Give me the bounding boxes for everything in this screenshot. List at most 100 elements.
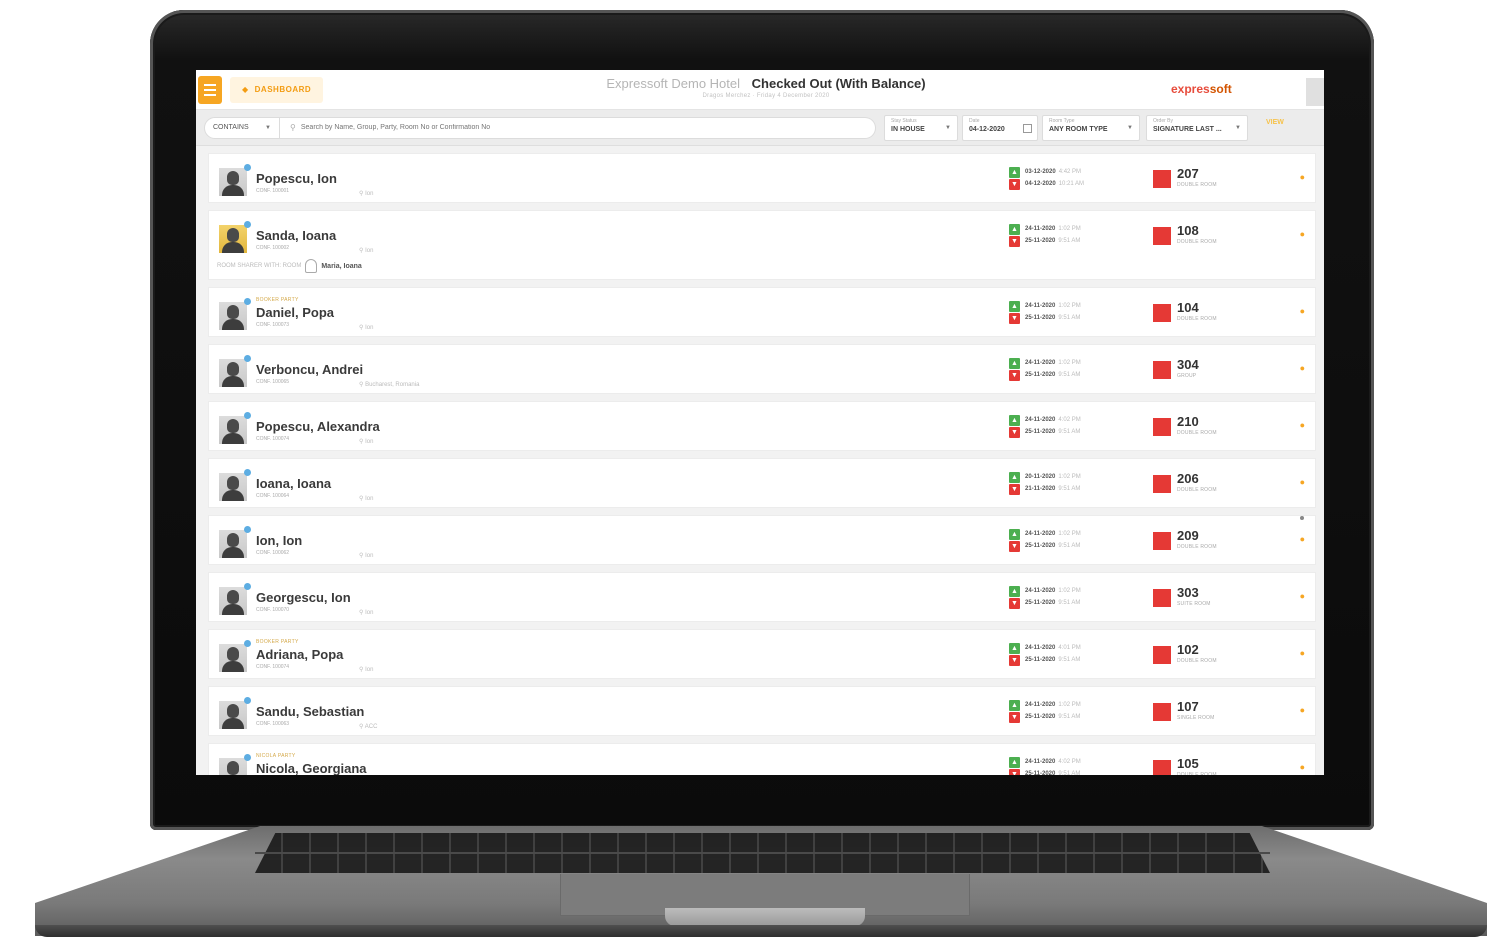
guest-avatar bbox=[219, 473, 247, 501]
checkout-time: 9:51 AM bbox=[1058, 429, 1081, 435]
chevron-right-icon[interactable]: ● bbox=[1300, 229, 1305, 239]
order-by-select[interactable]: Order By SIGNATURE LAST ... ▼ bbox=[1146, 115, 1248, 141]
checkin-time: 4:02 PM bbox=[1058, 759, 1081, 765]
guest-row[interactable]: BOOKER PARTY Daniel, Popa CONF. 100073 ⚲ Io… bbox=[208, 287, 1316, 337]
checkin-time: 4:01 PM bbox=[1058, 645, 1081, 651]
checkin-time: 1:02 PM bbox=[1058, 702, 1081, 708]
guest-name[interactable]: Nicola, Georgiana bbox=[256, 761, 367, 775]
checkin-date-value: 24-11-2020 bbox=[1025, 360, 1056, 366]
room-type-select[interactable]: Room Type ANY ROOM TYPE ▼ bbox=[1042, 115, 1140, 141]
arrow-down-icon: ▼ bbox=[1009, 654, 1020, 666]
checkin-line: ▲ 24-11-2020 4:02 PM bbox=[1009, 756, 1081, 768]
chevron-right-icon[interactable]: ● bbox=[1300, 172, 1305, 182]
side-panel-tab[interactable] bbox=[1306, 78, 1324, 106]
room-type: DOUBLE ROOM bbox=[1177, 544, 1217, 550]
chevron-down-icon: ▼ bbox=[945, 125, 951, 131]
guest-name[interactable]: Verboncu, Andrei bbox=[256, 362, 363, 377]
date-picker[interactable]: Date 04-12-2020 bbox=[962, 115, 1038, 141]
sharer-avatar-icon bbox=[305, 259, 318, 273]
room-number[interactable]: 304 bbox=[1177, 357, 1199, 372]
room-number[interactable]: 104 bbox=[1177, 300, 1199, 315]
guest-name[interactable]: Ioana, Ioana bbox=[256, 476, 331, 491]
guest-row[interactable]: Sandu, Sebastian CONF. 100063 ⚲ ACC ▲ 24-11-… bbox=[208, 686, 1316, 736]
search-box[interactable]: ⚲ bbox=[280, 116, 876, 139]
contains-select[interactable]: CONTAINS ▼ bbox=[204, 116, 280, 139]
guest-row[interactable]: Sanda, Ioana CONF. 100002 ⚲ Ion ROOM SHARER… bbox=[208, 210, 1316, 280]
view-button[interactable]: VIEW bbox=[1266, 119, 1284, 126]
checkin-date: 03-12-2020 4:42 PM bbox=[1025, 169, 1081, 175]
room-number[interactable]: 207 bbox=[1177, 166, 1199, 181]
guest-name[interactable]: Popescu, Ion bbox=[256, 171, 337, 186]
guest-name[interactable]: Adriana, Popa bbox=[256, 647, 343, 662]
room-number[interactable]: 107 bbox=[1177, 699, 1199, 714]
guest-row[interactable]: Ion, Ion CONF. 100062 ⚲ Ion ▲ 24-11-2020 1:02… bbox=[208, 515, 1316, 565]
status-dot-icon bbox=[244, 298, 251, 305]
room-status-badge bbox=[1153, 646, 1171, 664]
confirmation-number: CONF. 100064 bbox=[256, 493, 290, 499]
guest-name[interactable]: Popescu, Alexandra bbox=[256, 419, 380, 434]
room-number[interactable]: 303 bbox=[1177, 585, 1199, 600]
arrow-up-icon: ▲ bbox=[1009, 471, 1020, 483]
arrow-up-icon: ▲ bbox=[1009, 300, 1020, 312]
room-status-badge bbox=[1153, 227, 1171, 245]
hamburger-menu-button[interactable] bbox=[198, 75, 222, 104]
stay-dates: ▲ 24-11-2020 4:01 PM ▼ 25-11-2020 9:51 AM bbox=[1009, 642, 1081, 666]
chevron-right-icon[interactable]: ● bbox=[1300, 306, 1305, 316]
room-number[interactable]: 102 bbox=[1177, 642, 1199, 657]
search-input[interactable] bbox=[300, 124, 841, 131]
confirmation-number: CONF. 100002 bbox=[256, 245, 290, 251]
checkin-line: ▲ 24-11-2020 1:02 PM bbox=[1009, 699, 1081, 711]
checkout-line: ▼ 25-11-2020 9:51 AM bbox=[1009, 654, 1081, 666]
status-dot-icon bbox=[244, 164, 251, 171]
guest-note: ⚲ Bucharest, Romania bbox=[359, 381, 419, 388]
guest-row[interactable]: Verboncu, Andrei CONF. 100065 ⚲ Bucharest,… bbox=[208, 344, 1316, 394]
guest-avatar bbox=[219, 530, 247, 558]
party-tag: BOOKER PARTY bbox=[256, 639, 299, 645]
checkin-date: 24-11-2020 4:02 PM bbox=[1025, 417, 1081, 423]
chevron-right-icon[interactable]: ● bbox=[1300, 477, 1305, 487]
scroll-indicator[interactable] bbox=[1300, 516, 1304, 520]
room-number[interactable]: 206 bbox=[1177, 471, 1199, 486]
checkout-time: 9:51 AM bbox=[1058, 600, 1081, 606]
chevron-right-icon[interactable]: ● bbox=[1300, 705, 1305, 715]
checkout-time: 10:21 AM bbox=[1058, 181, 1085, 187]
arrow-down-icon: ▼ bbox=[1009, 768, 1020, 775]
guest-name[interactable]: Sandu, Sebastian bbox=[256, 704, 364, 719]
chevron-right-icon[interactable]: ● bbox=[1300, 648, 1305, 658]
room-status-badge bbox=[1153, 703, 1171, 721]
room-number[interactable]: 108 bbox=[1177, 223, 1199, 238]
guest-row[interactable]: NICOLA PARTYNicola, GeorgianaCONF. 10006… bbox=[208, 743, 1316, 775]
chevron-right-icon[interactable]: ● bbox=[1300, 363, 1305, 373]
header-title-line: Expressoft Demo Hotel Checked Out (With … bbox=[591, 76, 941, 91]
guest-row[interactable]: Popescu, Ion CONF. 100001 ⚲ Ion ▲ 03-12-2020… bbox=[208, 153, 1316, 203]
guest-row[interactable]: BOOKER PARTY Adriana, Popa CONF. 100074 ⚲ I… bbox=[208, 629, 1316, 679]
checkin-time: 1:02 PM bbox=[1058, 531, 1081, 537]
guest-row[interactable]: Georgescu, Ion CONF. 100070 ⚲ Ion ▲ 24-11-20… bbox=[208, 572, 1316, 622]
guest-name[interactable]: Georgescu, Ion bbox=[256, 590, 351, 605]
room-number[interactable]: 210 bbox=[1177, 414, 1199, 429]
checkout-date: 25-11-2020 9:51 AM bbox=[1025, 429, 1080, 435]
room-number[interactable]: 105 bbox=[1177, 756, 1199, 771]
guest-name[interactable]: Daniel, Popa bbox=[256, 305, 334, 320]
chevron-right-icon[interactable]: ● bbox=[1300, 762, 1305, 772]
chevron-right-icon[interactable]: ● bbox=[1300, 591, 1305, 601]
stay-dates: ▲ 24-11-2020 1:02 PM ▼ 25-11-2020 9:51 AM bbox=[1009, 699, 1081, 723]
guest-name[interactable]: Ion, Ion bbox=[256, 533, 302, 548]
arrow-up-icon: ▲ bbox=[1009, 223, 1020, 235]
chevron-right-icon[interactable]: ● bbox=[1300, 420, 1305, 430]
checkout-line: ▼ 25-11-2020 9:51 AM bbox=[1009, 426, 1081, 438]
dashboard-button[interactable]: ◆ DASHBOARD bbox=[230, 76, 324, 103]
room-number[interactable]: 209 bbox=[1177, 528, 1199, 543]
guest-name[interactable]: Sanda, Ioana bbox=[256, 228, 336, 243]
guest-note: ⚲ Ion bbox=[359, 324, 373, 331]
checkin-line: ▲ 20-11-2020 1:02 PM bbox=[1009, 471, 1081, 483]
stay-status-select[interactable]: Stay Status IN HOUSE ▼ bbox=[884, 115, 958, 141]
page-header: Expressoft Demo Hotel Checked Out (With … bbox=[591, 76, 941, 99]
arrow-up-icon: ▲ bbox=[1009, 414, 1020, 426]
guest-row[interactable]: Popescu, Alexandra CONF. 100074 ⚲ Ion ▲ 24-1… bbox=[208, 401, 1316, 451]
chevron-right-icon[interactable]: ● bbox=[1300, 534, 1305, 544]
checkin-time: 1:02 PM bbox=[1058, 474, 1081, 480]
room-sharer-name[interactable]: Maria, Ioana bbox=[321, 263, 361, 270]
menu-bar-icon bbox=[204, 88, 216, 91]
guest-row[interactable]: Ioana, Ioana CONF. 100064 ⚲ Ion ▲ 20-11-2020… bbox=[208, 458, 1316, 508]
